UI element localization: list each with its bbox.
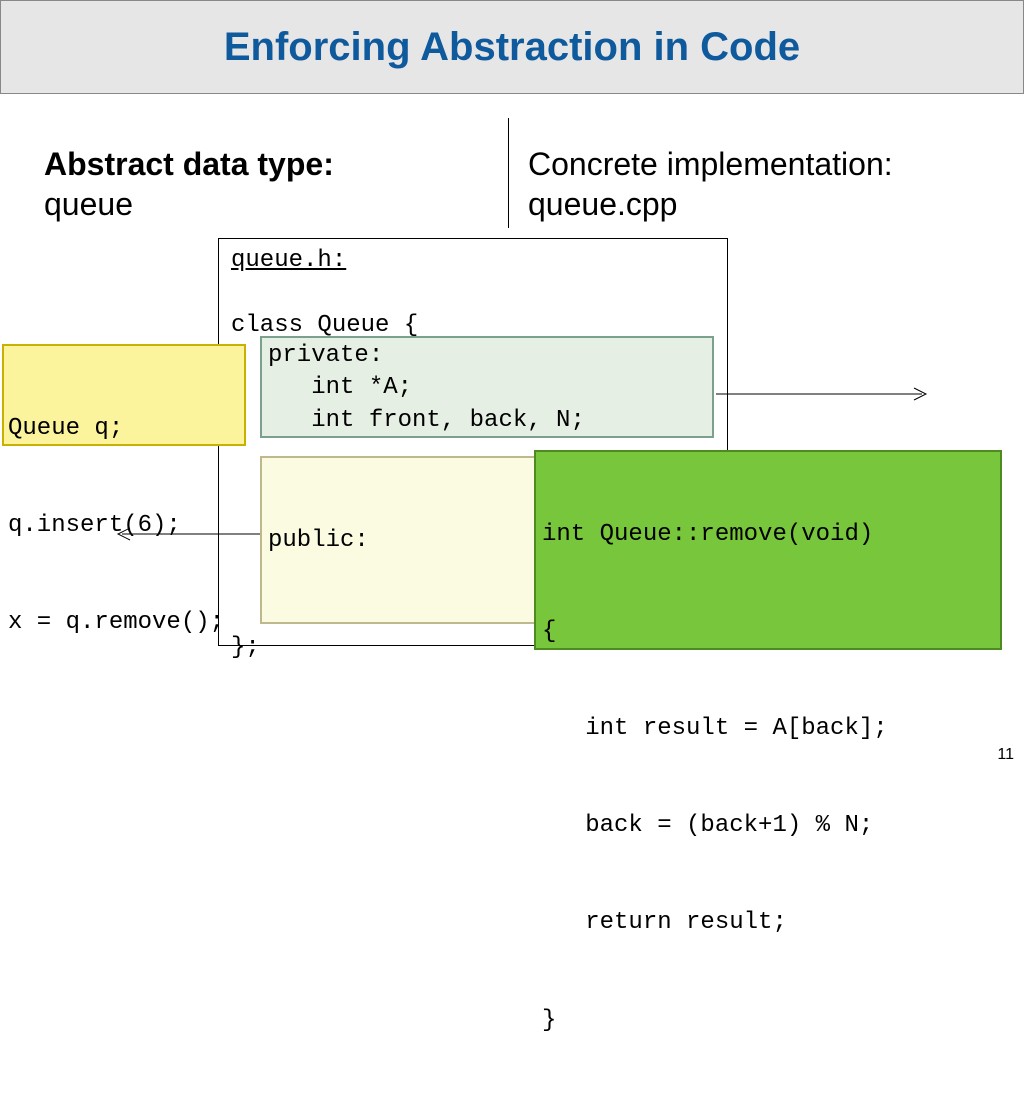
- impl-l5: return result;: [542, 907, 994, 939]
- impl-l1: int Queue::remove(void): [542, 519, 994, 551]
- page-number: 11: [997, 746, 1014, 764]
- private-l1: private:: [268, 340, 706, 372]
- implementation-code-box: int Queue::remove(void) { int result = A…: [534, 450, 1002, 650]
- slide-title: Enforcing Abstraction in Code: [224, 25, 800, 70]
- impl-l4: back = (back+1) % N;: [542, 810, 994, 842]
- impl-l6: }: [542, 1005, 994, 1037]
- right-heading-line1: Concrete implementation:: [528, 146, 893, 182]
- filename-label: queue.h:: [231, 247, 346, 274]
- usage-l3: x = q.remove();: [8, 607, 240, 639]
- left-heading-bold: Abstract data type:: [44, 146, 334, 182]
- right-heading-sub: queue.cpp: [528, 186, 677, 222]
- title-bar: Enforcing Abstraction in Code: [0, 0, 1024, 94]
- code-line-class: class Queue {: [231, 312, 418, 339]
- right-heading: Concrete implementation: queue.cpp: [528, 144, 893, 224]
- vertical-divider: [508, 118, 509, 228]
- private-section-box: private: int *A; int front, back, N;: [260, 336, 714, 438]
- arrow-right-icon: [716, 384, 936, 404]
- left-heading: Abstract data type: queue: [44, 144, 334, 224]
- arrow-left-icon: [110, 524, 260, 544]
- private-l3: int front, back, N;: [268, 405, 706, 437]
- private-l2: int *A;: [268, 372, 706, 404]
- impl-l3: int result = A[back];: [542, 713, 994, 745]
- usage-code-box: Queue q; q.insert(6); x = q.remove();: [2, 344, 246, 446]
- left-heading-sub: queue: [44, 186, 133, 222]
- impl-l2: {: [542, 616, 994, 648]
- usage-l1: Queue q;: [8, 413, 240, 445]
